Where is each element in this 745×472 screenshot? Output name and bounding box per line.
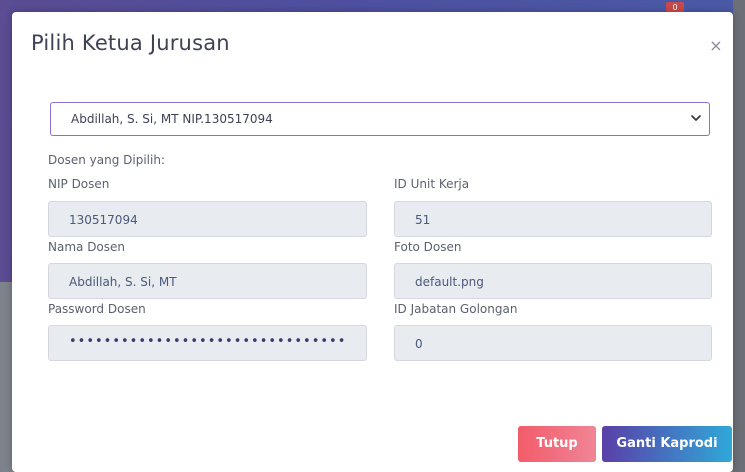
nama-dosen-value: Abdillah, S. Si, MT <box>69 275 177 289</box>
background-scrollbar <box>733 0 745 472</box>
foto-dosen-label: Foto Dosen <box>394 240 462 254</box>
nip-field[interactable]: 130517094 <box>48 201 367 237</box>
ganti-kaprodi-button[interactable]: Ganti Kaprodi <box>602 426 732 462</box>
modal-title: Pilih Ketua Jurusan <box>31 31 230 55</box>
nip-value: 130517094 <box>69 213 138 227</box>
chevron-down-icon <box>691 115 701 121</box>
jabatan-golongan-field[interactable]: 0 <box>394 325 712 361</box>
foto-dosen-value: default.png <box>415 275 484 289</box>
select-kaprodi-modal: Pilih Ketua Jurusan × Abdillah, S. Si, M… <box>12 12 733 472</box>
close-icon[interactable]: × <box>709 38 723 54</box>
nip-label: NIP Dosen <box>48 177 110 191</box>
foto-dosen-field[interactable]: default.png <box>394 263 712 299</box>
dosen-select-value: Abdillah, S. Si, MT NIP.130517094 <box>71 112 273 126</box>
password-label: Password Dosen <box>48 302 146 316</box>
unit-kerja-value: 51 <box>415 213 431 227</box>
selected-dosen-heading: Dosen yang Dipilih: <box>48 153 165 167</box>
dosen-select[interactable]: Abdillah, S. Si, MT NIP.130517094 <box>50 102 710 136</box>
unit-kerja-label: ID Unit Kerja <box>394 177 470 191</box>
jabatan-golongan-label: ID Jabatan Golongan <box>394 302 518 316</box>
password-value: •••••••••••••••••••••••••••••••• <box>69 334 347 349</box>
jabatan-golongan-value: 0 <box>415 337 423 351</box>
tutup-button[interactable]: Tutup <box>518 426 596 462</box>
unit-kerja-field[interactable]: 51 <box>394 201 712 237</box>
nama-dosen-label: Nama Dosen <box>48 240 126 254</box>
nama-dosen-field[interactable]: Abdillah, S. Si, MT <box>48 263 367 299</box>
password-field[interactable]: •••••••••••••••••••••••••••••••• <box>48 325 367 361</box>
